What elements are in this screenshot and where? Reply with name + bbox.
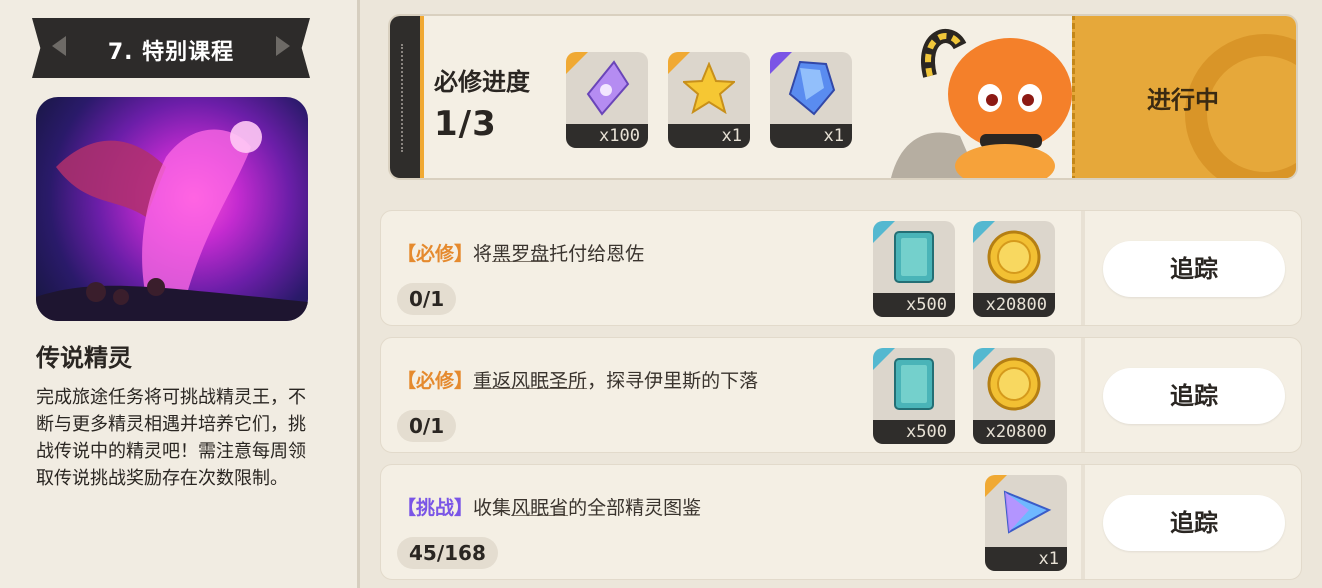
- status-label: 进行中: [1147, 86, 1219, 114]
- reward-slot[interactable]: x20800: [973, 348, 1055, 444]
- progress-value: 1/3: [434, 104, 497, 144]
- reward-quantity: x1: [721, 126, 742, 146]
- reward-quantity: x1: [1038, 549, 1059, 569]
- reward-quantity: x1: [823, 126, 844, 146]
- legendary-spirit-illustration: [36, 97, 308, 321]
- coin-icon: [986, 356, 1042, 416]
- reward-slot[interactable]: x20800: [973, 221, 1055, 317]
- reward-quantity: x100: [599, 126, 640, 146]
- fire-mascot-illustration: [890, 16, 1100, 178]
- book-icon: [889, 355, 939, 417]
- progress-label: 必修进度: [434, 68, 530, 96]
- side-decoration: [401, 44, 411, 152]
- book-icon: [889, 228, 939, 290]
- course-title: 7. 特别课程: [107, 40, 235, 65]
- task-count: 0/1: [397, 283, 457, 315]
- status-badge: 进行中: [1072, 16, 1296, 178]
- task-row: 【必修】将黑罗盘托付给恩佐 0/1 x500 x20800 追踪: [380, 210, 1302, 326]
- course-panel: 7. 特别课程 传说精灵 完成旅途任务将可挑战精灵王，不断与更多精灵相遇并培养它…: [0, 0, 358, 588]
- task-link[interactable]: 重返风眠圣所: [473, 370, 587, 392]
- task-tag: 必修: [416, 243, 455, 265]
- reward-slot[interactable]: x500: [873, 221, 955, 317]
- reward-quantity: x500: [906, 422, 947, 442]
- blue-gem-icon: [786, 60, 836, 120]
- track-button[interactable]: 追踪: [1103, 495, 1285, 551]
- reward-slot[interactable]: x1: [668, 52, 750, 148]
- task-count: 0/1: [397, 410, 457, 442]
- course-selector: 7. 特别课程: [32, 18, 310, 78]
- task-link[interactable]: 黑罗盘: [492, 243, 549, 265]
- task-count: 45/168: [397, 537, 498, 569]
- progress-accent-bar: [420, 16, 424, 178]
- task-title: 【挑战】收集风眠省的全部精灵图鉴: [397, 497, 702, 519]
- task-row: 【必修】重返风眠圣所，探寻伊里斯的下落 0/1 x500 x20800 追踪: [380, 337, 1302, 453]
- track-button[interactable]: 追踪: [1103, 241, 1285, 297]
- prism-icon: [999, 484, 1053, 542]
- gold-star-icon: [681, 61, 737, 118]
- next-course-arrow-icon[interactable]: [276, 36, 290, 56]
- task-title: 【必修】将黑罗盘托付给恩佐: [397, 243, 645, 265]
- reward-quantity: x500: [906, 295, 947, 315]
- reward-slot[interactable]: x100: [566, 52, 648, 148]
- reward-quantity: x20800: [985, 295, 1047, 315]
- task-link[interactable]: 风眠省: [511, 497, 568, 519]
- task-tag: 挑战: [416, 497, 455, 519]
- panel-divider: [357, 0, 360, 588]
- reward-quantity: x20800: [985, 422, 1047, 442]
- track-button[interactable]: 追踪: [1103, 368, 1285, 424]
- purple-crystal-icon: [584, 60, 630, 120]
- reward-slot[interactable]: x500: [873, 348, 955, 444]
- legend-description: 完成旅途任务将可挑战精灵王，不断与更多精灵相遇并培养它们，挑战传说中的精灵吧！需…: [36, 387, 306, 489]
- progress-side-strip: [390, 16, 420, 178]
- coin-icon: [986, 229, 1042, 289]
- task-tag: 必修: [416, 370, 455, 392]
- legend-heading: 传说精灵: [36, 344, 132, 372]
- task-title: 【必修】重返风眠圣所，探寻伊里斯的下落: [397, 370, 759, 392]
- reward-slot[interactable]: x1: [770, 52, 852, 148]
- reward-slot[interactable]: x1: [985, 475, 1067, 571]
- task-row: 【挑战】收集风眠省的全部精灵图鉴 45/168 x1 追踪: [380, 464, 1302, 580]
- progress-card: 必修进度 1/3 x100 x1 x1 进行中: [388, 14, 1298, 180]
